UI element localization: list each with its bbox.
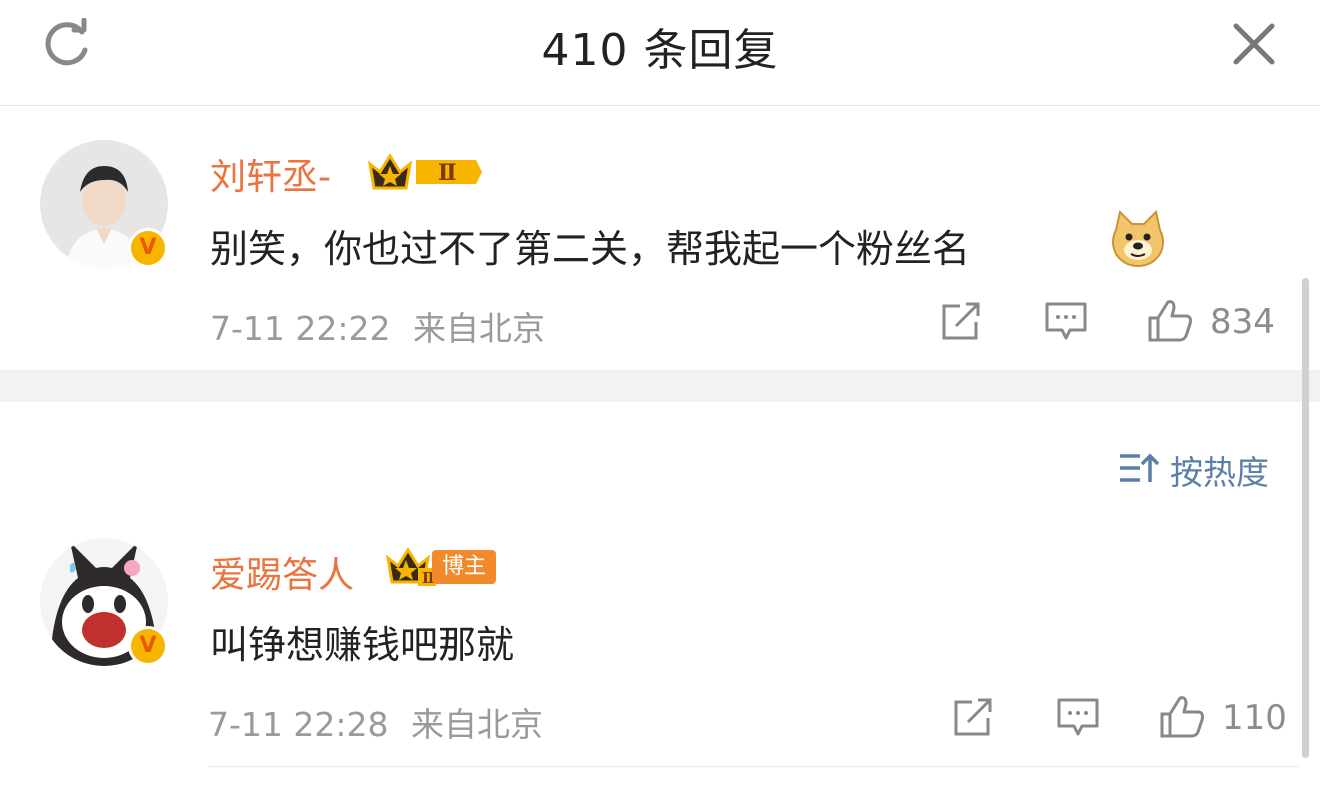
comment-meta: 7-11 22:28 来自北京 xyxy=(208,698,543,746)
blogger-badge-label: 博主 xyxy=(441,554,486,579)
username[interactable]: 爱踢答人 xyxy=(210,546,354,598)
like-count: 110 xyxy=(1222,698,1287,738)
crown-level-badge-icon: Ⅱ xyxy=(385,547,436,587)
comment-text: 叫铮想赚钱吧那就 xyxy=(210,623,515,667)
scrollbar[interactable] xyxy=(1302,278,1309,758)
comment-location: 来自北京 xyxy=(411,705,543,744)
share-icon[interactable] xyxy=(952,696,994,738)
comment-date: 7-11 22:28 xyxy=(208,705,389,744)
like-icon[interactable] xyxy=(1158,694,1206,740)
blogger-badge: 博主 xyxy=(432,550,496,584)
comment-item: V 爱踢答人 Ⅱ 博主 叫铮想赚钱吧那就 7-11 22:28 来自北京 110 xyxy=(0,0,1300,785)
comment-icon[interactable] xyxy=(1056,696,1100,738)
divider xyxy=(208,766,1300,767)
verified-badge-icon: V xyxy=(128,626,168,666)
